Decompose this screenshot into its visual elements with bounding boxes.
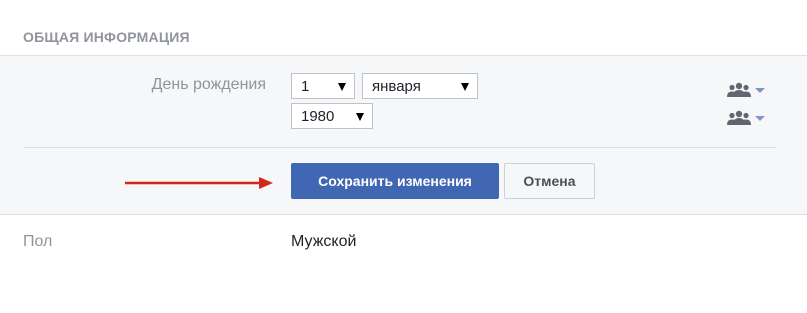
dropdown-arrow-icon: [356, 113, 364, 121]
year-audience-selector[interactable]: [725, 108, 767, 128]
save-changes-button[interactable]: Сохранить изменения: [291, 163, 499, 199]
birthday-month-value: января: [372, 78, 421, 95]
dropdown-arrow-icon: [461, 83, 469, 91]
birthday-year-select[interactable]: 1980: [291, 103, 373, 129]
gender-value: Мужской: [291, 233, 357, 250]
birthday-edit-panel: День рождения 1 января 1980 Сохранить из…: [0, 56, 807, 215]
section-title: ОБЩАЯ ИНФОРМАЦИЯ: [23, 29, 190, 45]
dropdown-arrow-icon: [338, 83, 346, 91]
cancel-button[interactable]: Отмена: [504, 163, 595, 199]
gender-row: Пол Мужской: [0, 215, 807, 313]
section-header: ОБЩАЯ ИНФОРМАЦИЯ: [0, 0, 807, 56]
annotation-arrow-icon: [125, 177, 273, 189]
birthday-label: День рождения: [151, 76, 266, 93]
divider: [23, 147, 776, 148]
birthday-month-select[interactable]: января: [362, 73, 478, 99]
friends-audience-icon: [727, 82, 765, 97]
birthday-year-value: 1980: [301, 108, 335, 125]
gender-label: Пол: [23, 233, 53, 250]
birthday-day-select[interactable]: 1: [291, 73, 355, 99]
date-audience-selector[interactable]: [725, 80, 767, 100]
birthday-day-value: 1: [301, 78, 310, 95]
friends-audience-icon: [727, 110, 765, 125]
